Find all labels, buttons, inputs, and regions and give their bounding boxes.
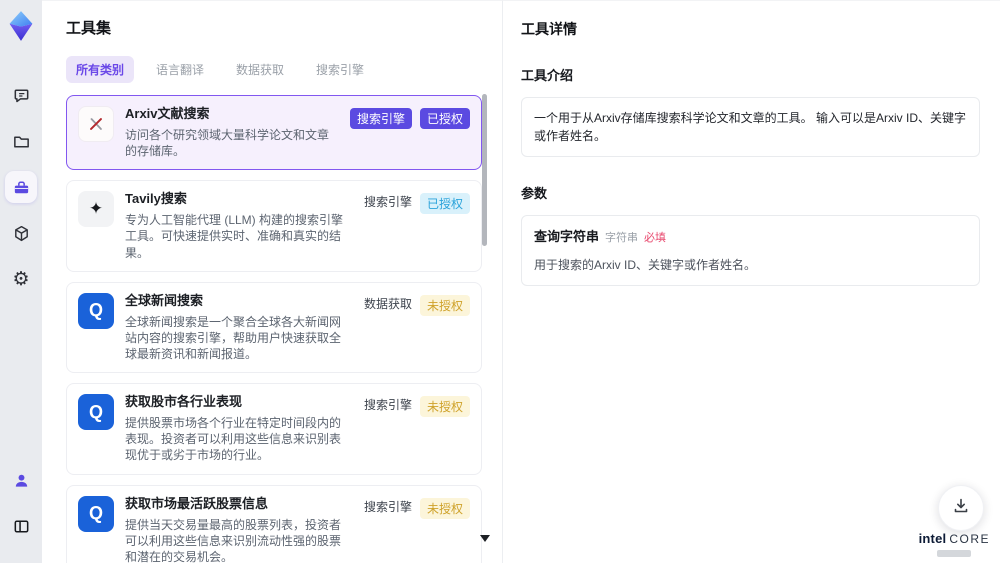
download-icon bbox=[951, 496, 971, 521]
tool-card[interactable]: Q 获取股市各行业表现 提供股票市场各个行业在特定时间段内的表现。投资者可以利用… bbox=[66, 383, 482, 475]
intel-core-logo: intel CORE bbox=[919, 530, 990, 557]
tool-description: 访问各个研究领域大量科学论文和文章的存储库。 bbox=[125, 127, 330, 159]
param-required-flag: 必填 bbox=[644, 232, 667, 244]
page-title: 工具集 bbox=[66, 20, 112, 37]
sidebar-item-account[interactable] bbox=[5, 464, 37, 496]
scrollbar-track[interactable] bbox=[482, 89, 487, 544]
tab-search-engine[interactable]: 搜索引擎 bbox=[306, 56, 374, 83]
brand-sub-badge bbox=[937, 550, 972, 557]
sidebar: ⚙ bbox=[0, 0, 42, 563]
tool-description: 专为人工智能代理 (LLM) 构建的搜索引擎工具。可快速提供实时、准确和真实的结… bbox=[125, 213, 344, 260]
chat-icon bbox=[12, 86, 31, 105]
tool-auth-badge: 未授权 bbox=[419, 294, 470, 316]
tool-auth-badge: 已授权 bbox=[419, 108, 470, 129]
detail-title: 工具详情 bbox=[521, 21, 577, 37]
param-description: 用于搜索的Arxiv ID、关键字或作者姓名。 bbox=[534, 257, 757, 272]
category-tabs: 所有类别 语言翻译 数据获取 搜索引擎 bbox=[66, 56, 502, 83]
tool-auth-badge: 未授权 bbox=[419, 396, 470, 418]
tool-name: 获取市场最活跃股票信息 bbox=[125, 495, 269, 511]
params-heading: 参数 bbox=[521, 186, 548, 201]
brand-intel-text: intel bbox=[918, 531, 947, 546]
tool-detail-panel: 工具详情 工具介绍 一个用于从Arxiv存储库搜索科学论文和文章的工具。 输入可… bbox=[503, 0, 1000, 563]
tool-card[interactable]: Arxiv文献搜索 访问各个研究领域大量科学论文和文章的存储库。 搜索引擎 已授… bbox=[66, 95, 482, 171]
scroll-down-caret[interactable] bbox=[480, 535, 490, 542]
app-window: ⚙ 工具集 所有类别 语言翻译 数据获取 搜索引擎 Arxiv文献搜索 访问各个… bbox=[0, 0, 1000, 563]
tool-description: 提供当天交易量最高的股票列表，投资者可以利用这些信息来识别流动性强的股票和潜在的… bbox=[125, 517, 342, 563]
scrollbar-thumb[interactable] bbox=[482, 94, 487, 246]
tool-category-badge: 搜索引擎 bbox=[363, 499, 412, 514]
tool-name: Tavily搜索 bbox=[125, 191, 187, 207]
news-logo-icon: Q bbox=[78, 394, 114, 431]
tool-auth-badge: 已授权 bbox=[419, 193, 470, 215]
tool-category-badge: 搜索引擎 bbox=[363, 398, 412, 413]
tool-description: 提供股票市场各个行业在特定时间段内的表现。投资者可以利用这些信息来识别表现优于或… bbox=[125, 416, 342, 463]
briefcase-icon bbox=[12, 178, 31, 197]
param-card: 查询字符串 字符串 必填 用于搜索的Arxiv ID、关键字或作者姓名。 bbox=[521, 215, 980, 286]
tab-translation[interactable]: 语言翻译 bbox=[146, 56, 214, 83]
app-logo-icon bbox=[7, 10, 35, 42]
param-name: 查询字符串 bbox=[534, 229, 600, 244]
tool-intro-text: 一个用于从Arxiv存储库搜索科学论文和文章的工具。 输入可以是Arxiv ID… bbox=[521, 97, 980, 157]
brand-core-text: CORE bbox=[949, 532, 990, 546]
tool-name: Arxiv文献搜索 bbox=[125, 106, 210, 121]
sidebar-item-panel-toggle[interactable] bbox=[5, 510, 37, 542]
sidebar-item-chat[interactable] bbox=[5, 79, 37, 111]
tool-card[interactable]: Q 全球新闻搜索 全球新闻搜索是一个聚合全球各大新闻网站内容的搜索引擎，帮助用户… bbox=[66, 281, 482, 374]
tool-card[interactable]: ✦ Tavily搜索 专为人工智能代理 (LLM) 构建的搜索引擎工具。可快速提… bbox=[66, 180, 482, 272]
tool-category-badge: 搜索引擎 bbox=[349, 108, 412, 129]
arxiv-logo-icon bbox=[78, 106, 114, 142]
gear-icon: ⚙ bbox=[12, 268, 30, 290]
user-icon bbox=[12, 471, 31, 490]
sparkle-icon: ✦ bbox=[78, 191, 114, 228]
tool-list-panel: 工具集 所有类别 语言翻译 数据获取 搜索引擎 Arxiv文献搜索 访问各个研究领域大… bbox=[42, 0, 503, 563]
news-logo-icon: Q bbox=[78, 292, 114, 329]
intro-heading: 工具介绍 bbox=[521, 68, 574, 83]
param-type: 字符串 bbox=[605, 232, 639, 244]
sidebar-item-settings[interactable]: ⚙ bbox=[5, 263, 37, 295]
tool-category-badge: 数据获取 bbox=[363, 296, 412, 311]
tool-list: Arxiv文献搜索 访问各个研究领域大量科学论文和文章的存储库。 搜索引擎 已授… bbox=[66, 95, 482, 563]
tool-name: 全球新闻搜索 bbox=[125, 292, 204, 308]
tool-card[interactable]: Q 获取市场最活跃股票信息 提供当天交易量最高的股票列表，投资者可以利用这些信息… bbox=[66, 484, 482, 563]
layout-panel-icon bbox=[12, 517, 31, 536]
sidebar-item-files[interactable] bbox=[5, 125, 37, 157]
param-header: 查询字符串 字符串 必填 bbox=[534, 227, 967, 247]
tool-description: 全球新闻搜索是一个聚合全球各大新闻网站内容的搜索引擎，帮助用户快速获取全球最新资… bbox=[125, 314, 342, 361]
tab-data-fetch[interactable]: 数据获取 bbox=[226, 56, 294, 83]
tool-name: 获取股市各行业表现 bbox=[125, 394, 243, 410]
folder-icon bbox=[12, 132, 31, 151]
tool-auth-badge: 未授权 bbox=[419, 497, 470, 519]
news-logo-icon: Q bbox=[78, 495, 114, 532]
cube-icon bbox=[12, 224, 31, 243]
tab-all-categories[interactable]: 所有类别 bbox=[66, 56, 135, 83]
sidebar-item-toolbox[interactable] bbox=[5, 171, 37, 203]
tool-category-badge: 搜索引擎 bbox=[363, 195, 412, 210]
download-button[interactable] bbox=[938, 485, 984, 531]
sidebar-item-plugins[interactable] bbox=[5, 217, 37, 249]
